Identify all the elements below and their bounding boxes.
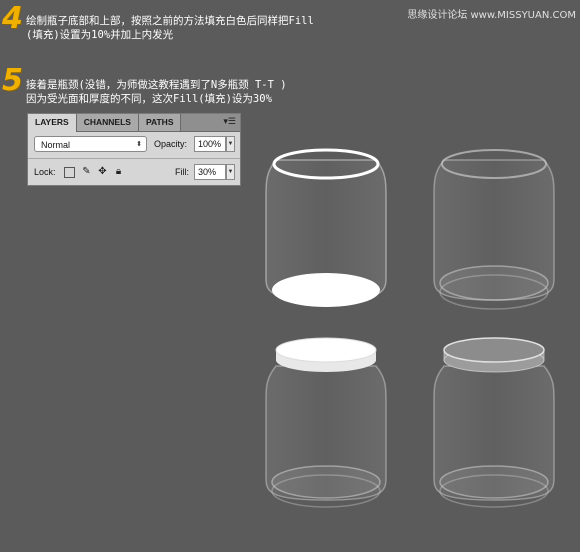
jar-illustrations	[265, 148, 555, 508]
jar-3	[265, 337, 387, 508]
jar-2	[433, 149, 555, 310]
jar-4	[433, 337, 555, 508]
jar-1	[265, 148, 387, 307]
